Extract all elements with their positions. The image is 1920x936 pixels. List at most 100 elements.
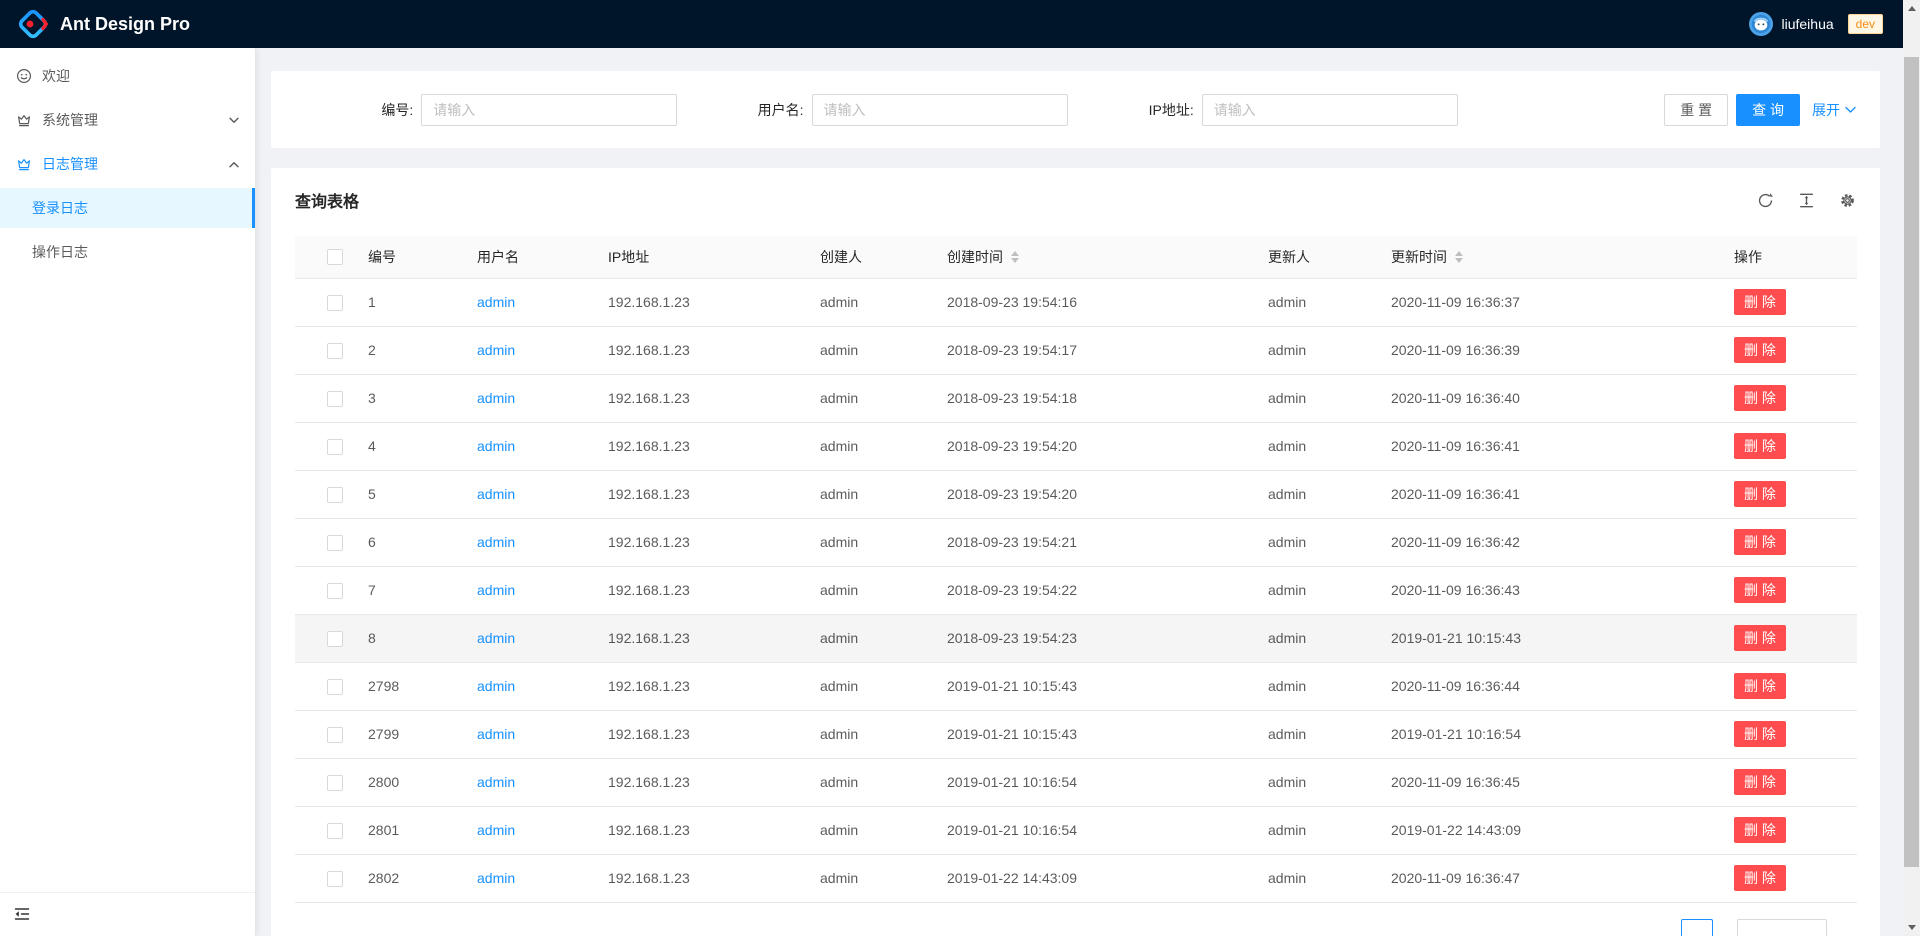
sidebar-item-label: 登录日志 <box>32 198 88 218</box>
username-link[interactable]: admin <box>477 630 515 646</box>
scrollbar-up-arrow-icon[interactable] <box>1903 0 1920 17</box>
sidebar-item-operation-log[interactable]: 操作日志 <box>0 232 255 272</box>
delete-button[interactable]: 删 除 <box>1734 433 1786 459</box>
reload-icon[interactable] <box>1757 192 1774 209</box>
cell-ip: 192.168.1.23 <box>592 758 804 806</box>
cell-updater: admin <box>1252 374 1375 422</box>
cell-creator: admin <box>804 422 931 470</box>
row-checkbox[interactable] <box>327 391 343 407</box>
column-height-icon[interactable] <box>1798 192 1815 209</box>
row-checkbox[interactable] <box>327 679 343 695</box>
cell-updater: admin <box>1252 806 1375 854</box>
sidebar-item-welcome[interactable]: 欢迎 <box>0 56 255 96</box>
query-button[interactable]: 查 询 <box>1736 94 1800 126</box>
cell-created-at: 2018-09-23 19:54:17 <box>931 326 1252 374</box>
username-link[interactable]: admin <box>477 582 515 598</box>
username-link[interactable]: admin <box>477 438 515 454</box>
username-link[interactable]: admin <box>477 342 515 358</box>
cell-id: 2799 <box>352 710 461 758</box>
ip-field-input[interactable] <box>1202 94 1458 126</box>
cell-creator: admin <box>804 758 931 806</box>
column-header-created-at[interactable]: 创建时间 <box>931 236 1252 278</box>
row-checkbox[interactable] <box>327 295 343 311</box>
scrollbar-down-arrow-icon[interactable] <box>1903 919 1920 936</box>
search-card: 编号: 用户名: IP地址: 重 置 查 询 展开 <box>271 71 1880 148</box>
table-row: 8 admin 192.168.1.23 admin 2018-09-23 19… <box>295 614 1857 662</box>
sidebar-item-login-log[interactable]: 登录日志 <box>0 188 255 228</box>
cell-updater: admin <box>1252 566 1375 614</box>
delete-button[interactable]: 删 除 <box>1734 481 1786 507</box>
username-link[interactable]: admin <box>477 774 515 790</box>
cell-created-at: 2019-01-21 10:15:43 <box>931 662 1252 710</box>
cell-ip: 192.168.1.23 <box>592 278 804 326</box>
cell-creator: admin <box>804 614 931 662</box>
vertical-scrollbar[interactable] <box>1903 0 1920 936</box>
delete-button[interactable]: 删 除 <box>1734 625 1786 651</box>
scrollbar-thumb[interactable] <box>1904 57 1919 867</box>
search-field-ip: IP地址: <box>1076 94 1466 126</box>
avatar <box>1749 12 1773 36</box>
cell-ip: 192.168.1.23 <box>592 518 804 566</box>
username-link[interactable]: admin <box>477 534 515 550</box>
reset-button[interactable]: 重 置 <box>1664 94 1728 126</box>
delete-button[interactable]: 删 除 <box>1734 673 1786 699</box>
id-field-input[interactable] <box>421 94 677 126</box>
cell-creator: admin <box>804 854 931 902</box>
pagination-current-page[interactable] <box>1681 919 1713 936</box>
delete-button[interactable]: 删 除 <box>1734 817 1786 843</box>
username-link[interactable]: admin <box>477 726 515 742</box>
cell-created-at: 2018-09-23 19:54:22 <box>931 566 1252 614</box>
username-link[interactable]: admin <box>477 486 515 502</box>
delete-button[interactable]: 删 除 <box>1734 577 1786 603</box>
table-row: 5 admin 192.168.1.23 admin 2018-09-23 19… <box>295 470 1857 518</box>
username-link[interactable]: admin <box>477 870 515 886</box>
select-all-checkbox[interactable] <box>327 249 343 265</box>
column-header-updated-at[interactable]: 更新时间 <box>1375 236 1718 278</box>
row-checkbox[interactable] <box>327 775 343 791</box>
sidebar-item-system-management[interactable]: 系统管理 <box>0 100 255 140</box>
sidebar-item-log-management[interactable]: 日志管理 <box>0 144 255 184</box>
cell-id: 4 <box>352 422 461 470</box>
delete-button[interactable]: 删 除 <box>1734 721 1786 747</box>
delete-button[interactable]: 删 除 <box>1734 529 1786 555</box>
username-link[interactable]: admin <box>477 390 515 406</box>
cell-updater: admin <box>1252 422 1375 470</box>
expand-link[interactable]: 展开 <box>1812 100 1856 120</box>
table-card: 查询表格 <box>271 168 1880 936</box>
delete-button[interactable]: 删 除 <box>1734 385 1786 411</box>
row-checkbox[interactable] <box>327 439 343 455</box>
row-checkbox[interactable] <box>327 631 343 647</box>
sort-carets-icon[interactable] <box>1011 251 1019 263</box>
sidebar: 欢迎 系统管理 日志管理 <box>0 48 255 936</box>
table-row: 7 admin 192.168.1.23 admin 2018-09-23 19… <box>295 566 1857 614</box>
username-link[interactable]: admin <box>477 822 515 838</box>
row-checkbox[interactable] <box>327 871 343 887</box>
username-field-input[interactable] <box>812 94 1068 126</box>
user-menu[interactable]: liufeihua <box>1749 12 1833 36</box>
delete-button[interactable]: 删 除 <box>1734 769 1786 795</box>
sort-carets-icon[interactable] <box>1455 251 1463 263</box>
delete-button[interactable]: 删 除 <box>1734 865 1786 891</box>
app-logo[interactable]: Ant Design Pro <box>16 7 190 41</box>
sidebar-collapse-trigger[interactable] <box>0 892 255 936</box>
delete-button[interactable]: 删 除 <box>1734 289 1786 315</box>
app-title: Ant Design Pro <box>60 14 190 35</box>
username-link[interactable]: admin <box>477 294 515 310</box>
username-link[interactable]: admin <box>477 678 515 694</box>
delete-button[interactable]: 删 除 <box>1734 337 1786 363</box>
row-checkbox[interactable] <box>327 343 343 359</box>
sidebar-menu: 欢迎 系统管理 日志管理 <box>0 48 255 272</box>
row-checkbox[interactable] <box>327 535 343 551</box>
cell-id: 2 <box>352 326 461 374</box>
cell-updater: admin <box>1252 758 1375 806</box>
sidebar-item-label: 欢迎 <box>42 66 70 86</box>
settings-icon[interactable] <box>1839 192 1856 209</box>
row-checkbox[interactable] <box>327 727 343 743</box>
row-checkbox[interactable] <box>327 583 343 599</box>
cell-updated-at: 2019-01-21 10:15:43 <box>1375 614 1718 662</box>
cell-ip: 192.168.1.23 <box>592 470 804 518</box>
row-checkbox[interactable] <box>327 487 343 503</box>
cell-created-at: 2018-09-23 19:54:20 <box>931 470 1252 518</box>
row-checkbox[interactable] <box>327 823 343 839</box>
pagination-page-size-select[interactable] <box>1737 919 1827 936</box>
